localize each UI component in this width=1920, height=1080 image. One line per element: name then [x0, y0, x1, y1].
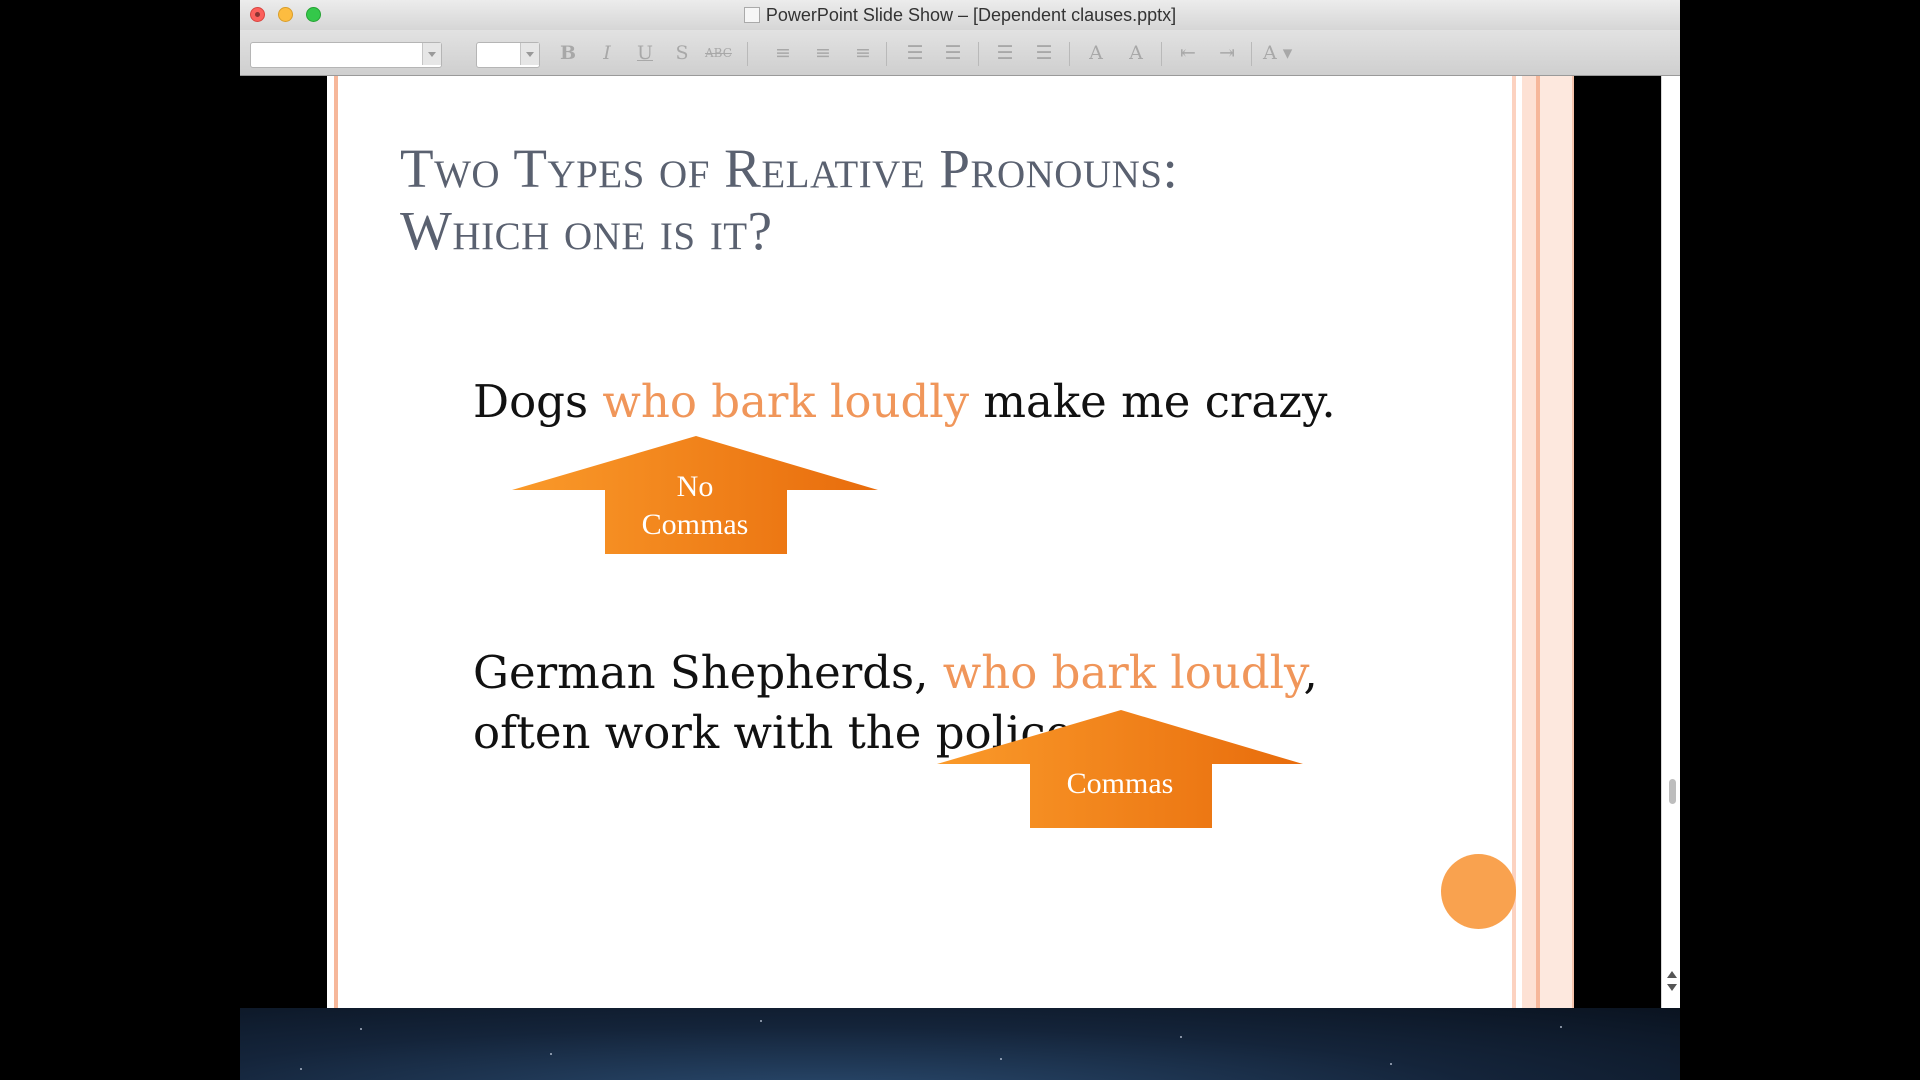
sentence2-line1: German Shepherds, who bark loudly, [473, 643, 1318, 703]
slide-left-border [334, 76, 338, 1008]
font-color-button[interactable]: A ▾ [1263, 40, 1292, 66]
bullets-button[interactable]: ☰ [903, 40, 927, 66]
bold-button[interactable]: B [556, 40, 580, 66]
slide-title: Two Types of Relative Pronouns: Which on… [400, 138, 1400, 262]
sentence2-highlight: who bark loudly [942, 646, 1304, 699]
align-right-button[interactable]: ≡ [851, 40, 875, 66]
slide-right-border [1502, 76, 1574, 1008]
scroll-up-arrow-icon[interactable] [1667, 971, 1677, 978]
line-spacing-increase-button[interactable]: ☰ [993, 40, 1017, 66]
italic-button[interactable]: I [595, 40, 619, 66]
strikethrough-button[interactable]: ABC [705, 40, 732, 66]
powerpoint-window: PowerPoint Slide Show – [Dependent claus… [240, 0, 1680, 1008]
scroll-down-arrow-icon[interactable] [1667, 984, 1677, 991]
font-name-field[interactable] [250, 42, 442, 68]
no-commas-label-line1: No [676, 470, 714, 503]
slide-canvas: Two Types of Relative Pronouns: Which on… [327, 76, 1574, 1008]
commas-label: Commas [1066, 767, 1174, 800]
toolbar-separator [1069, 42, 1070, 66]
chevron-down-icon[interactable] [422, 43, 441, 65]
document-icon [743, 7, 760, 23]
window-title: PowerPoint Slide Show – [Dependent claus… [765, 4, 1177, 25]
scroll-thumb[interactable] [1669, 779, 1676, 804]
align-center-button[interactable]: ≡ [811, 40, 835, 66]
align-left-button[interactable]: ≡ [771, 40, 795, 66]
no-commas-label: No Commas [605, 468, 785, 544]
decorative-circle [1441, 854, 1516, 929]
desktop-background [240, 1008, 1680, 1080]
sentence1-after: make me crazy. [969, 375, 1336, 428]
toolbar-separator [978, 42, 979, 66]
toolbar-separator [1251, 42, 1252, 66]
decrease-indent-button[interactable]: ⇤ [1176, 40, 1200, 66]
sentence1-highlight: who bark loudly [602, 375, 970, 428]
window-title-area: PowerPoint Slide Show – [Dependent claus… [240, 0, 1680, 30]
increase-indent-button[interactable]: ⇥ [1215, 40, 1239, 66]
title-bar: PowerPoint Slide Show – [Dependent claus… [240, 0, 1680, 30]
font-size-field[interactable] [476, 42, 540, 68]
no-commas-label-line2: Commas [641, 508, 749, 541]
example-sentence-1: Dogs who bark loudly make me crazy. [473, 372, 1336, 432]
shadow-button[interactable]: S [670, 40, 694, 66]
numbering-button[interactable]: ☰ [941, 40, 965, 66]
underline-button[interactable]: U [633, 40, 657, 66]
slide-title-line2: Which one is it? [400, 200, 773, 261]
chevron-down-icon[interactable] [520, 43, 539, 65]
sentence1-before: Dogs [473, 375, 603, 428]
font-size-decrease-button[interactable]: A [1124, 40, 1148, 66]
vertical-scrollbar[interactable] [1661, 76, 1680, 1008]
toolbar-separator [747, 42, 748, 66]
font-size-increase-button[interactable]: A [1084, 40, 1108, 66]
sentence2-after: , [1303, 646, 1318, 699]
line-spacing-decrease-button[interactable]: ☰ [1032, 40, 1056, 66]
sentence2-before: German Shepherds, [473, 646, 943, 699]
formatting-toolbar: B I U S ABC ≡ ≡ ≡ ☰ ☰ ☰ ☰ A A ⇤ ⇥ A ▾ [240, 30, 1680, 76]
slide-title-line1: Two Types of Relative Pronouns: [400, 138, 1179, 199]
toolbar-separator [1161, 42, 1162, 66]
toolbar-separator [886, 42, 887, 66]
